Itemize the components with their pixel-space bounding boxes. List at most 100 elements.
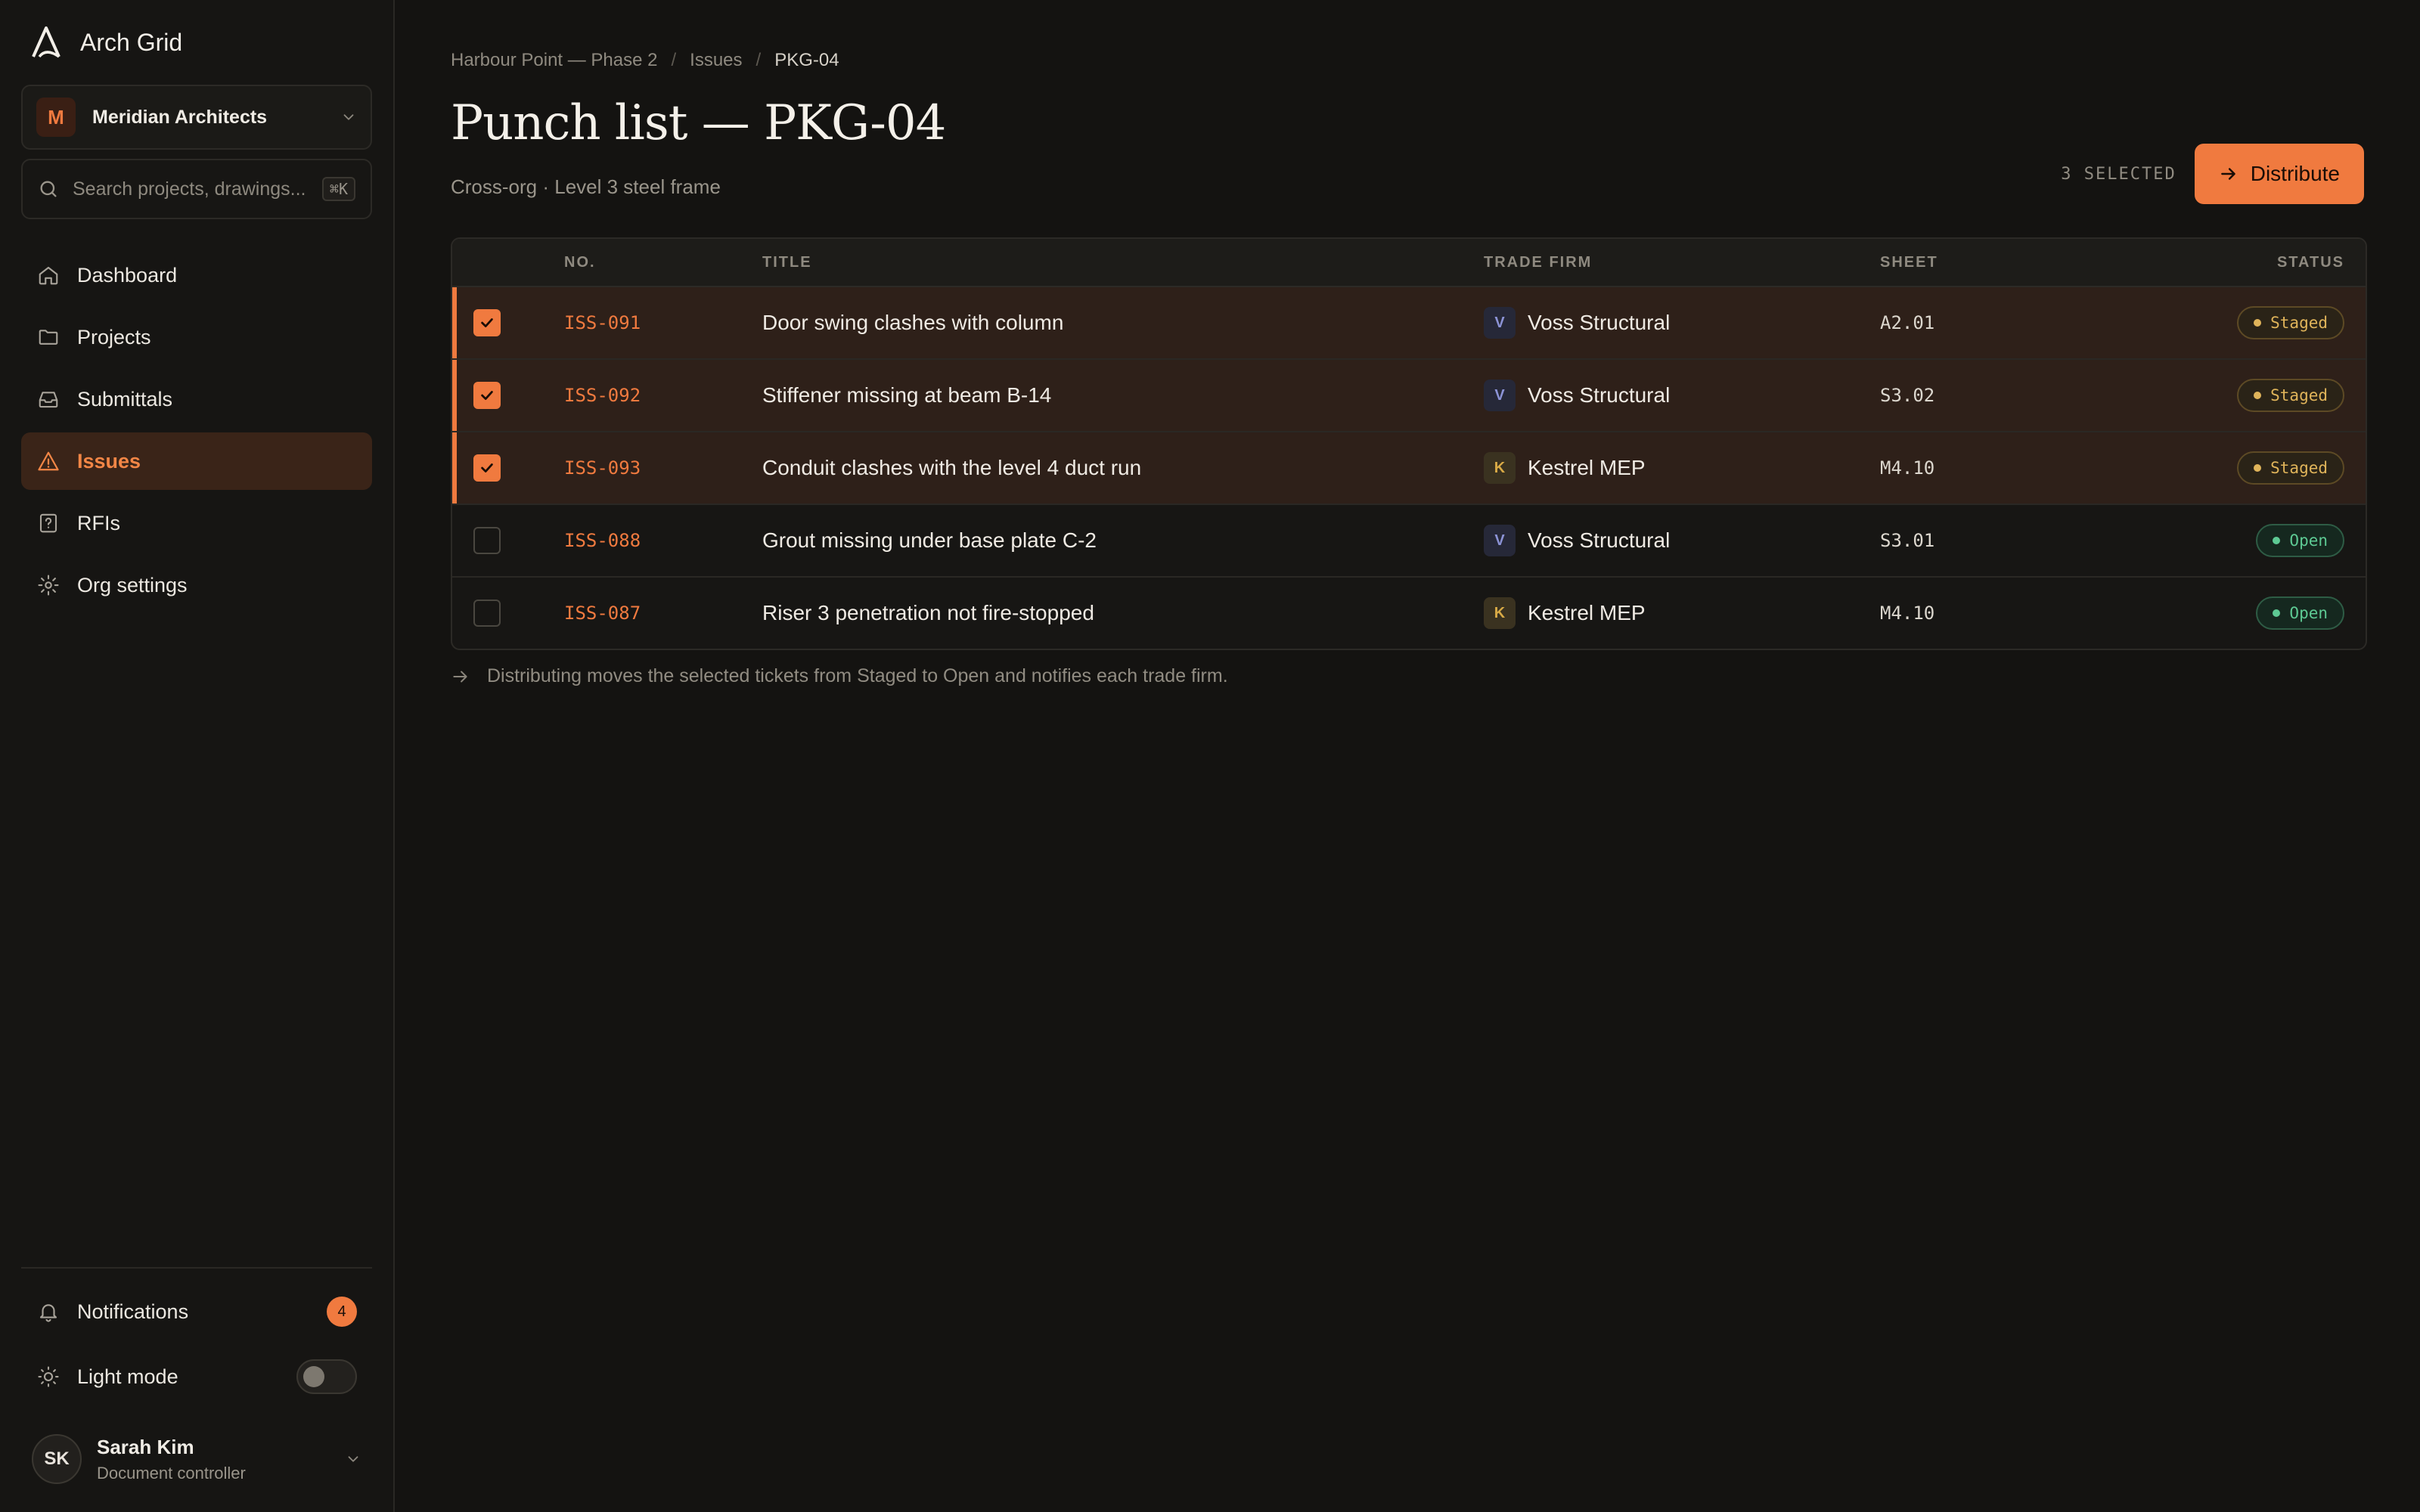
select-cell	[452, 382, 564, 409]
breadcrumb-project[interactable]: Harbour Point — Phase 2	[451, 50, 657, 71]
row-checkbox[interactable]	[473, 600, 501, 627]
firm-name: Voss Structural	[1528, 311, 1671, 334]
arrow-right-icon	[451, 667, 470, 686]
firm-name: Voss Structural	[1528, 528, 1671, 552]
light-mode-item: Light mode	[21, 1344, 372, 1409]
issue-title: Door swing clashes with column	[762, 311, 1064, 334]
issue-number[interactable]: ISS-088	[564, 530, 762, 551]
sidebar-item-projects[interactable]: Projects	[21, 308, 372, 366]
status-label: Staged	[2270, 386, 2328, 404]
issue-title: Grout missing under base plate C-2	[762, 528, 1097, 552]
sheet-ref: S3.02	[1880, 385, 1935, 406]
toggle-knob	[303, 1366, 324, 1387]
sidebar-item-rfis[interactable]: RFIs	[21, 494, 372, 552]
firm-name: Kestrel MEP	[1528, 456, 1646, 479]
check-icon	[481, 391, 493, 400]
user-info: Sarah Kim Document controller	[97, 1436, 330, 1483]
row-checkbox[interactable]	[473, 382, 501, 409]
column-header-status[interactable]: STATUS	[2137, 254, 2366, 271]
select-cell	[452, 527, 564, 554]
firm-avatar: K	[1484, 597, 1516, 629]
distribute-label: Distribute	[2250, 162, 2340, 185]
status-cell: Staged	[2137, 451, 2366, 485]
arrow-right-icon	[2219, 164, 2238, 184]
search-icon	[38, 178, 59, 200]
table-row[interactable]: ISS-091 Door swing clashes with column V…	[452, 287, 2366, 360]
firm-avatar: V	[1484, 380, 1516, 411]
notifications-label: Notifications	[77, 1300, 189, 1323]
select-cell	[452, 309, 564, 336]
org-name: Meridian Architects	[92, 106, 268, 128]
firm-avatar: K	[1484, 452, 1516, 484]
status-dot	[2254, 464, 2262, 472]
org-switcher[interactable]: M Meridian Architects	[21, 85, 372, 150]
page-subtitle: Cross-org · Level 3 steel frame	[451, 175, 721, 198]
row-checkbox[interactable]	[473, 527, 501, 554]
breadcrumb-issues[interactable]: Issues	[690, 50, 742, 71]
brand[interactable]: Arch Grid	[21, 0, 372, 85]
trade-firm: V Voss Structural	[1484, 380, 1880, 411]
user-menu[interactable]: SK Sarah Kim Document controller	[21, 1414, 372, 1504]
sheet-ref: A2.01	[1880, 312, 1935, 333]
sidebar-item-issues[interactable]: Issues	[21, 432, 372, 490]
table-row[interactable]: ISS-093 Conduit clashes with the level 4…	[452, 432, 2366, 505]
sidebar-item-label: Projects	[77, 325, 151, 349]
chevron-down-icon	[345, 1451, 361, 1467]
avatar: SK	[32, 1434, 82, 1484]
status-badge: Open	[2256, 524, 2344, 557]
issues-table: NO. TITLE TRADE FIRM SHEET STATUS ISS-09…	[451, 237, 2367, 650]
row-checkbox[interactable]	[473, 309, 501, 336]
page-title: Punch list — PKG-04	[451, 95, 946, 151]
table-row[interactable]: ISS-087 Riser 3 penetration not fire-sto…	[452, 578, 2366, 649]
sidebar-item-label: Org settings	[77, 573, 188, 596]
row-checkbox[interactable]	[473, 454, 501, 482]
warning-icon	[36, 450, 60, 472]
status-cell: Open	[2137, 524, 2366, 557]
status-badge: Staged	[2237, 379, 2344, 412]
sheet-ref: M4.10	[1880, 603, 1935, 624]
logo-icon	[29, 25, 64, 60]
sidebar-item-label: RFIs	[77, 511, 120, 534]
status-badge: Staged	[2237, 306, 2344, 339]
check-icon	[481, 463, 493, 472]
sun-icon	[36, 1365, 60, 1388]
sidebar-item-org-settings[interactable]: Org settings	[21, 556, 372, 614]
question-icon	[36, 512, 60, 534]
distribute-button[interactable]: Distribute	[2194, 144, 2364, 204]
sidebar-item-dashboard[interactable]: Dashboard	[21, 246, 372, 304]
breadcrumb-current: PKG-04	[774, 50, 839, 70]
issue-title: Stiffener missing at beam B-14	[762, 383, 1052, 407]
status-label: Open	[2289, 604, 2328, 622]
column-header-firm[interactable]: TRADE FIRM	[1484, 254, 1880, 271]
table-row[interactable]: ISS-088 Grout missing under base plate C…	[452, 505, 2366, 578]
distribute-hint: Distributing moves the selected tickets …	[451, 665, 1228, 687]
firm-name: Voss Structural	[1528, 383, 1671, 407]
issue-number[interactable]: ISS-093	[564, 457, 762, 479]
table-header: NO. TITLE TRADE FIRM SHEET STATUS	[452, 239, 2366, 287]
column-header-title[interactable]: TITLE	[762, 254, 1484, 271]
breadcrumb-separator: /	[671, 50, 677, 70]
user-role: Document controller	[97, 1463, 246, 1483]
sidebar-footer: Notifications 4 Light mode SK Sarah Kim …	[21, 1267, 372, 1512]
issue-number[interactable]: ISS-091	[564, 312, 762, 333]
org-avatar: M	[36, 98, 76, 137]
trade-firm: V Voss Structural	[1484, 307, 1880, 339]
issue-number[interactable]: ISS-092	[564, 385, 762, 406]
search-input[interactable]	[71, 177, 310, 201]
light-mode-toggle[interactable]	[296, 1359, 357, 1394]
column-header-no[interactable]: NO.	[564, 254, 762, 271]
user-name: Sarah Kim	[97, 1435, 194, 1458]
column-header-sheet[interactable]: SHEET	[1880, 254, 2137, 271]
chevron-down-icon	[340, 109, 357, 125]
issue-number[interactable]: ISS-087	[564, 603, 762, 624]
table-row[interactable]: ISS-092 Stiffener missing at beam B-14 V…	[452, 360, 2366, 432]
breadcrumb-separator: /	[755, 50, 762, 70]
notifications-item[interactable]: Notifications 4	[21, 1279, 372, 1344]
sidebar-item-submittals[interactable]: Submittals	[21, 370, 372, 428]
status-cell: Staged	[2137, 306, 2366, 339]
trade-firm: V Voss Structural	[1484, 525, 1880, 556]
firm-name: Kestrel MEP	[1528, 601, 1646, 624]
gear-icon	[36, 574, 60, 596]
sidebar-item-label: Submittals	[77, 387, 173, 411]
check-icon	[481, 318, 493, 327]
